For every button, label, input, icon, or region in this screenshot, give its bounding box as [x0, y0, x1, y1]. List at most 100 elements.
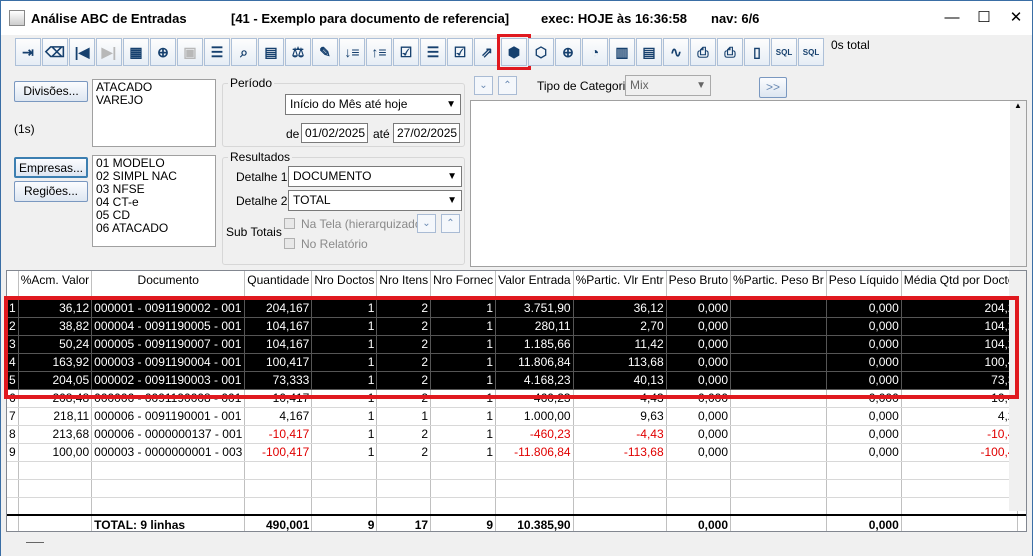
column-header[interactable]: Peso Líquido: [826, 271, 902, 300]
table-cell: 2: [376, 443, 432, 462]
checklist2-icon[interactable]: ☑: [447, 38, 473, 66]
empty-cell: [91, 497, 246, 516]
column-header[interactable]: Média Qtd por Docto: [901, 271, 1018, 300]
collapse-up-icon[interactable]: ⌃: [441, 214, 460, 233]
empty-row: [7, 497, 1026, 516]
column-header[interactable]: %Partic. Peso Br: [730, 271, 827, 300]
empty-cell: [430, 479, 497, 498]
grid-icon[interactable]: ▦: [123, 38, 149, 66]
expand-down-icon[interactable]: ⌄: [474, 76, 493, 95]
column-header[interactable]: Nro Fornec: [430, 271, 497, 300]
add-icon[interactable]: ⊕: [150, 38, 176, 66]
categoria-value: Mix: [630, 78, 649, 92]
sql-icon[interactable]: SQL: [771, 38, 797, 66]
empty-cell: [730, 497, 827, 516]
empresas-button[interactable]: Empresas...: [14, 157, 88, 178]
no-relatorio-checkbox[interactable]: [284, 238, 295, 249]
column-header[interactable]: Nro Itens: [376, 271, 432, 300]
collapse-up-icon[interactable]: ⌃: [498, 76, 517, 95]
empty-cell: [430, 497, 497, 516]
empty-cell: [901, 461, 1018, 480]
detalhe1-value: DOCUMENTO: [293, 169, 372, 183]
eraser-icon[interactable]: ⌫: [42, 38, 68, 66]
resultados-title: Resultados: [228, 150, 293, 164]
expand-icon[interactable]: ⬡: [528, 38, 554, 66]
chevron-down-icon: ▼: [446, 99, 456, 110]
detalhe1-label: Detalhe 1: [236, 170, 288, 184]
edit-icon[interactable]: ✎: [312, 38, 338, 66]
next-button[interactable]: >>: [759, 77, 787, 98]
empty-cell: [901, 497, 1018, 516]
empty-cell: [573, 479, 667, 498]
divisoes-list[interactable]: ATACADO VAREJO: [92, 79, 216, 147]
minimize-icon[interactable]: —: [936, 1, 968, 35]
column-header[interactable]: [7, 271, 19, 300]
sort-asc-icon[interactable]: ↑≡: [366, 38, 392, 66]
total-cell: 9: [430, 514, 497, 531]
regioes-button[interactable]: Regiões...: [14, 181, 88, 202]
table-cell: -100,417: [244, 443, 313, 462]
close-icon[interactable]: ✕: [1000, 1, 1032, 35]
document-icon[interactable]: ▯: [744, 38, 770, 66]
divisoes-button[interactable]: Divisões...: [14, 81, 88, 102]
empty-cell: [666, 461, 732, 480]
print-preview-icon[interactable]: ⎙: [717, 38, 743, 66]
empresa-item[interactable]: 06 ATACADO: [96, 222, 212, 235]
collapse-icon[interactable]: ⬢: [497, 34, 531, 70]
expand-down-icon[interactable]: ⌄: [417, 214, 436, 233]
calculator-icon[interactable]: ▤: [258, 38, 284, 66]
zoom-icon[interactable]: ⊕: [555, 38, 581, 66]
first-icon[interactable]: |◀: [69, 38, 95, 66]
table-row[interactable]: 7 218,11 000006 - 0091190001 - 001 4,167 1 1 1…: [7, 407, 1026, 426]
empty-cell: [244, 461, 313, 480]
list-icon[interactable]: ☰: [420, 38, 446, 66]
empty-row: [7, 461, 1026, 480]
empty-cell: [901, 479, 1018, 498]
divisao-item[interactable]: VAREJO: [96, 94, 212, 107]
checklist-icon[interactable]: ☑: [393, 38, 419, 66]
hbar-chart-icon[interactable]: ▤: [636, 38, 662, 66]
date-to-field[interactable]: 27/02/2025: [393, 123, 460, 143]
table-cell: -100,4: [901, 443, 1018, 462]
table-row[interactable]: 9 100,00 000003 - 0000000001 - 003 -100,417…: [7, 443, 1026, 462]
export-icon[interactable]: ⇗: [474, 38, 500, 66]
column-header[interactable]: Nro Doctos: [311, 271, 378, 300]
maximize-icon[interactable]: ☐: [968, 1, 1000, 35]
sql2-icon[interactable]: SQL: [798, 38, 824, 66]
date-from-field[interactable]: 01/02/2025: [301, 123, 368, 143]
detalhe2-select[interactable]: TOTAL ▼: [288, 190, 462, 211]
categoria-memo[interactable]: ▲: [470, 100, 1027, 267]
empty-cell: [376, 461, 432, 480]
na-tela-checkbox[interactable]: [284, 218, 295, 229]
filter-icon[interactable]: ☰: [204, 38, 230, 66]
print-icon[interactable]: ⎙: [690, 38, 716, 66]
no-relatorio-label: No Relatório: [301, 237, 368, 251]
column-header[interactable]: Quantidade: [244, 271, 313, 300]
periodo-select[interactable]: Início do Mês até hoje ▼: [285, 94, 461, 115]
table-cell: [730, 407, 827, 426]
column-header[interactable]: %Partic. Vlr Entr: [573, 271, 667, 300]
empty-cell: [18, 461, 93, 480]
column-header[interactable]: Peso Bruto: [666, 271, 732, 300]
empty-cell: [573, 461, 667, 480]
table-row[interactable]: 8 213,68 000006 - 0000000137 - 001 -10,417 1…: [7, 425, 1026, 444]
memo-scrollbar[interactable]: ▲: [1010, 101, 1026, 266]
column-header[interactable]: Documento: [91, 271, 246, 300]
categoria-select[interactable]: Mix ▼: [625, 75, 711, 96]
empty-cell: [666, 497, 732, 516]
line-chart-icon[interactable]: ∿: [663, 38, 689, 66]
bar-chart-icon[interactable]: ▥: [609, 38, 635, 66]
last-icon[interactable]: ▶|: [96, 38, 122, 66]
empresas-list[interactable]: 01 MODELO 02 SIMPL NAC 03 NFSE 04 CT-e 05 CD…: [92, 155, 216, 247]
empty-row: [7, 479, 1026, 498]
pie-chart-icon[interactable]: ◔: [582, 38, 608, 66]
column-header[interactable]: %Acm. Valor: [18, 271, 93, 300]
sort-desc-icon[interactable]: ↓≡: [339, 38, 365, 66]
detalhe1-select[interactable]: DOCUMENTO ▼: [288, 166, 462, 187]
save-icon[interactable]: ▣: [177, 38, 203, 66]
column-header[interactable]: Valor Entrada: [495, 271, 574, 300]
balance-icon[interactable]: ⚖: [285, 38, 311, 66]
search-icon[interactable]: ⌕: [231, 38, 257, 66]
exit-icon[interactable]: ⇥: [15, 38, 41, 66]
time-label: (1s): [14, 122, 35, 136]
